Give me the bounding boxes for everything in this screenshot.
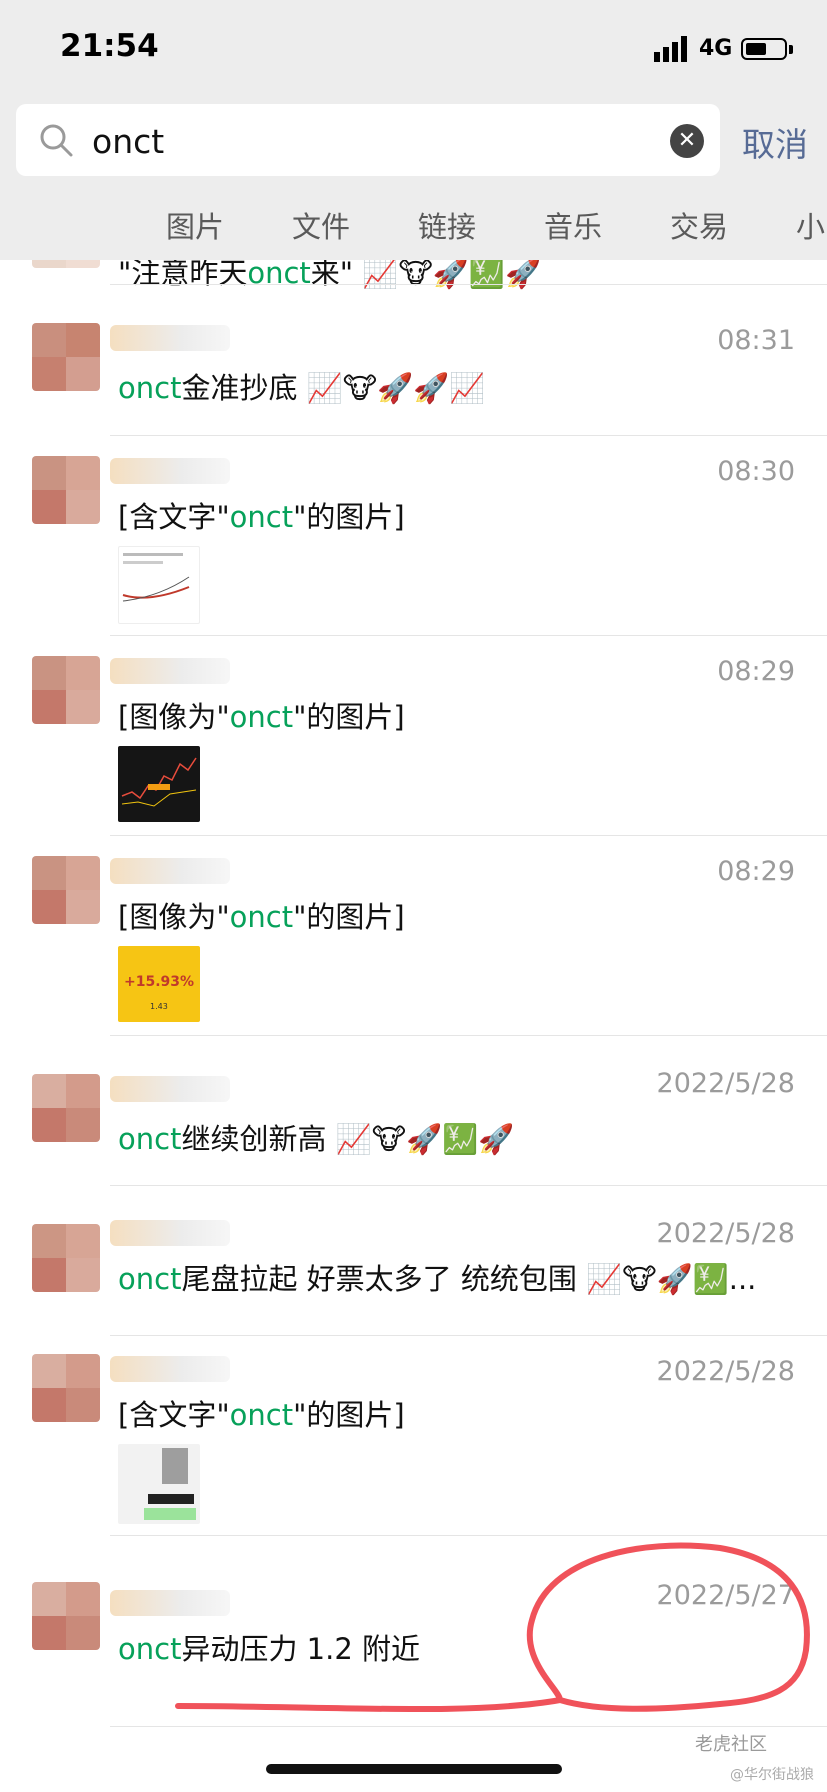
tab-files[interactable]: 文件 (292, 204, 350, 246)
avatar (32, 456, 100, 524)
result-timestamp: 2022/5/28 (656, 1356, 795, 1387)
sender-name-blurred (110, 1076, 230, 1102)
avatar (32, 1582, 100, 1650)
tab-transactions[interactable]: 交易 (670, 204, 728, 246)
stock-chart-thumbnail-icon (121, 757, 197, 807)
result-message: onct尾盘拉起 好票太多了 统统包围 📈🐮🚀💹... (118, 1262, 757, 1296)
search-area: ✕ 取消 (0, 100, 827, 180)
status-time: 21:54 (60, 28, 159, 64)
home-indicator[interactable] (266, 1764, 562, 1774)
avatar (32, 260, 100, 268)
chart-thumbnail-icon (122, 553, 190, 602)
result-message: onct金准抄底 📈🐮🚀🚀📈 (118, 371, 486, 405)
sender-name-blurred (110, 325, 230, 351)
watermark-handle: @华尔街战狼 (730, 1767, 814, 1783)
result-row[interactable]: 08:31 onct金准抄底 📈🐮🚀🚀📈 (0, 285, 827, 435)
result-timestamp: 2022/5/28 (656, 1218, 795, 1249)
search-results-list: "注意昨天onct来" 📈🐮🚀💹🚀 08:31 onct金准抄底 📈🐮🚀🚀📈 0… (0, 260, 827, 1792)
search-icon (40, 124, 73, 157)
signal-icon (654, 36, 687, 62)
sender-name-blurred (110, 658, 230, 684)
image-thumbnail[interactable] (118, 546, 200, 624)
result-row[interactable]: 08:30 [含文字"onct"的图片] (0, 436, 827, 636)
result-timestamp: 08:30 (717, 456, 795, 487)
network-type: 4G (699, 36, 733, 61)
search-box[interactable]: ✕ (16, 104, 720, 176)
sender-name-blurred (110, 458, 230, 484)
tab-links[interactable]: 链接 (418, 204, 476, 246)
avatar (32, 856, 100, 924)
result-timestamp: 08:29 (717, 856, 795, 887)
sender-name-blurred (110, 858, 230, 884)
cancel-button[interactable]: 取消 (742, 118, 808, 166)
result-message: [含文字"onct"的图片] (118, 500, 405, 534)
result-message: onct继续创新高 📈🐮🚀💹🚀 (118, 1122, 515, 1156)
thumbnail-small-text: 1.43 (150, 1002, 168, 1011)
result-timestamp: 08:31 (717, 325, 795, 356)
avatar (32, 1074, 100, 1142)
result-row[interactable]: 2022/5/28 onct继续创新高 📈🐮🚀💹🚀 (0, 1036, 827, 1186)
result-timestamp: 2022/5/27 (656, 1580, 795, 1611)
battery-tip (789, 45, 793, 54)
result-row[interactable]: 08:29 [图像为"onct"的图片] (0, 636, 827, 836)
clear-icon[interactable]: ✕ (670, 124, 704, 158)
image-thumbnail[interactable] (118, 1444, 200, 1524)
result-message: [图像为"onct"的图片] (118, 900, 405, 934)
thumbnail-bar (148, 1494, 194, 1504)
result-message: [含文字"onct"的图片] (118, 1398, 405, 1432)
thumbnail-highlight (144, 1508, 196, 1520)
result-row[interactable]: 2022/5/28 onct尾盘拉起 好票太多了 统统包围 📈🐮🚀💹... (0, 1186, 827, 1336)
battery-icon (741, 38, 787, 60)
thumbnail-block (162, 1448, 188, 1484)
thumbnail-gain-text: +15.93% (124, 974, 195, 990)
result-timestamp: 2022/5/28 (656, 1068, 795, 1099)
tab-more[interactable]: 小 (796, 204, 825, 246)
sender-name-blurred (110, 1590, 230, 1616)
result-row[interactable]: 2022/5/28 [含文字"onct"的图片] (0, 1336, 827, 1536)
search-input[interactable] (90, 114, 664, 168)
avatar (32, 1354, 100, 1422)
watermark-brand: 老虎社区 (695, 1734, 767, 1755)
result-timestamp: 08:29 (717, 656, 795, 687)
result-message: [图像为"onct"的图片] (118, 700, 405, 734)
image-thumbnail[interactable]: +15.93% 1.43 (118, 946, 200, 1022)
sender-name-blurred (110, 1356, 230, 1382)
tab-images[interactable]: 图片 (166, 204, 224, 246)
status-bar: 21:54 4G (0, 0, 827, 100)
avatar (32, 656, 100, 724)
sender-name-blurred (110, 1220, 230, 1246)
result-row[interactable]: 2022/5/27 onct异动压力 1.2 附近 (0, 1536, 827, 1686)
result-message: onct异动压力 1.2 附近 (118, 1632, 420, 1666)
image-thumbnail[interactable] (118, 746, 200, 822)
category-tabs: 图片 文件 链接 音乐 交易 小 (0, 180, 827, 260)
avatar (32, 323, 100, 391)
avatar (32, 1224, 100, 1292)
tab-music[interactable]: 音乐 (544, 204, 602, 246)
divider (110, 1726, 827, 1727)
result-row[interactable]: 08:29 [图像为"onct"的图片] +15.93% 1.43 (0, 836, 827, 1036)
